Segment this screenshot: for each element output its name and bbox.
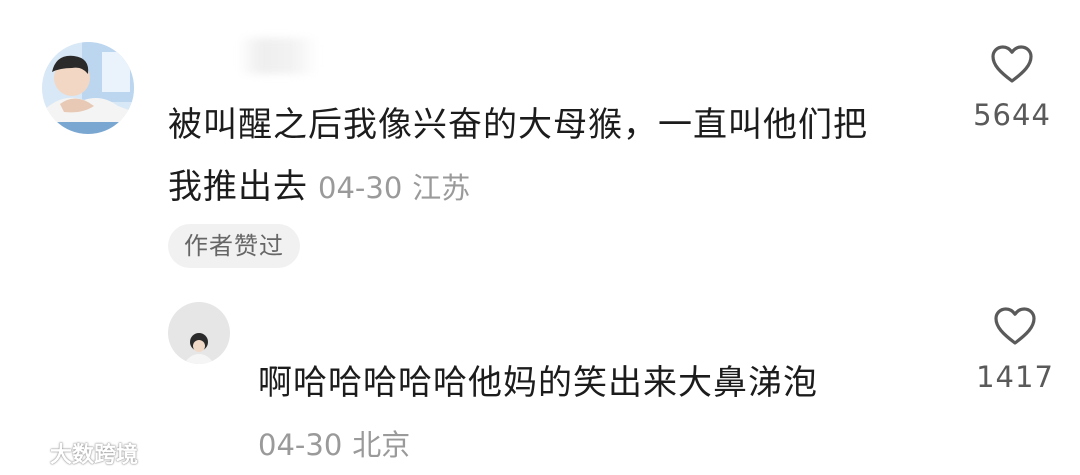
comment-like-count: 5644	[973, 98, 1051, 132]
heart-outline-icon	[994, 307, 1036, 345]
reply-text: 啊哈哈哈哈哈他妈的笑出来大鼻涕泡	[258, 363, 818, 403]
reply-location: 北京	[352, 428, 411, 462]
comment-text: 被叫醒之后我像兴奋的大母猴，一直叫他们把 我推出去 04-30 江苏	[168, 94, 868, 219]
heart-outline-icon	[991, 45, 1033, 83]
reply-date: 04-30	[258, 428, 343, 462]
reply-meta: 04-30 北京	[258, 422, 410, 464]
comment-date: 04-30	[318, 171, 403, 205]
watermark-text: 大数跨境	[50, 443, 139, 468]
comment-text-line-1: 被叫醒之后我像兴奋的大母猴，一直叫他们把	[168, 105, 868, 145]
reply-avatar[interactable]	[168, 302, 230, 364]
reply-like-count: 1417	[976, 360, 1054, 394]
commenter-avatar[interactable]	[42, 42, 134, 134]
username-redacted	[238, 38, 318, 74]
comment-like-button[interactable]: 5644	[967, 44, 1057, 132]
watermark-logo-icon	[6, 444, 39, 462]
reply-like-button[interactable]: 1417	[970, 306, 1060, 394]
comment-text-line-2-content: 我推出去	[168, 167, 308, 207]
watermark: 大数跨境	[6, 437, 138, 469]
comment-location: 江苏	[412, 171, 471, 205]
author-liked-badge: 作者赞过	[168, 224, 300, 268]
comment-text-line-2: 我推出去 04-30 江苏	[168, 156, 868, 219]
